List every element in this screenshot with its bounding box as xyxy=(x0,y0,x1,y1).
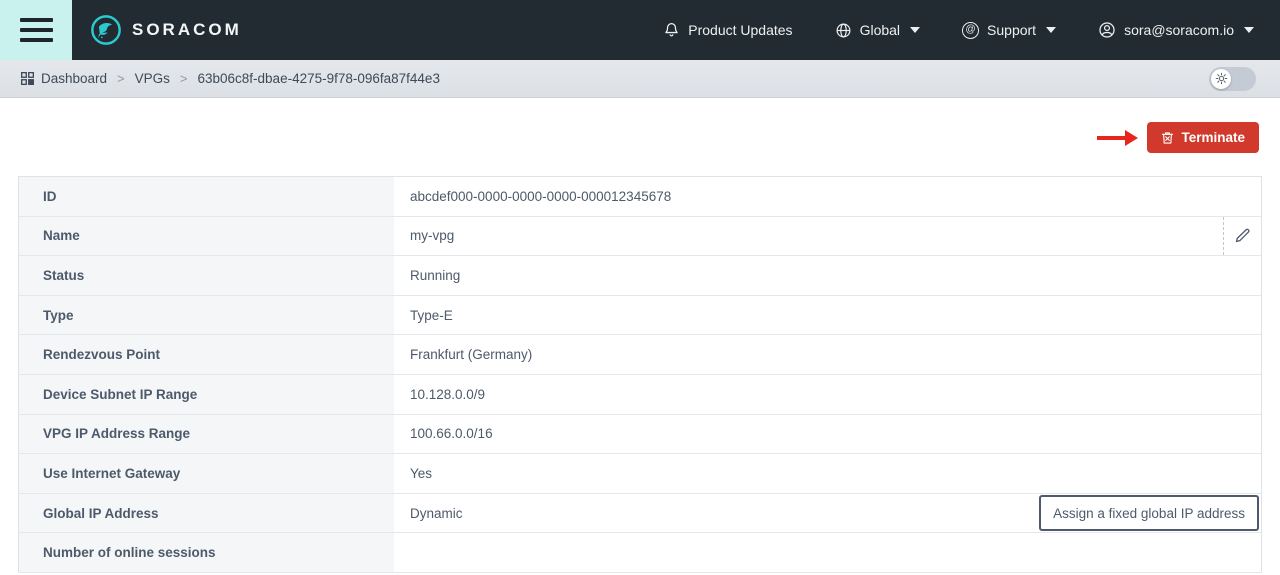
support-label: Support xyxy=(987,22,1036,38)
dashboard-grid-icon xyxy=(20,71,35,86)
row-label: Device Subnet IP Range xyxy=(19,375,394,414)
breadcrumb: Dashboard > VPGs > 63b06c8f-dbae-4275-9f… xyxy=(20,71,440,86)
breadcrumb-separator: > xyxy=(180,71,188,86)
table-row: Number of online sessions xyxy=(19,533,1261,573)
row-value: Type-E xyxy=(394,296,1261,335)
chevron-down-icon xyxy=(1046,27,1056,33)
table-row: Status Running xyxy=(19,256,1261,296)
top-navbar: SORACOM Product Updates Global xyxy=(0,0,1280,60)
pencil-icon xyxy=(1235,228,1250,243)
support-icon: @ xyxy=(962,22,979,39)
chevron-down-icon xyxy=(1244,27,1254,33)
chevron-down-icon xyxy=(910,27,920,33)
row-label: Rendezvous Point xyxy=(19,335,394,374)
brand-name: SORACOM xyxy=(132,20,242,40)
table-row: Type Type-E xyxy=(19,296,1261,336)
table-row: Device Subnet IP Range 10.128.0.0/9 xyxy=(19,375,1261,415)
table-row: ID abcdef000-0000-0000-0000-000012345678 xyxy=(19,177,1261,217)
row-value: Running xyxy=(394,256,1261,295)
row-label: ID xyxy=(19,177,394,216)
global-label: Global xyxy=(860,22,900,38)
row-value: 100.66.0.0/16 xyxy=(394,415,1261,454)
row-label: Status xyxy=(19,256,394,295)
row-label: Use Internet Gateway xyxy=(19,454,394,493)
vpg-detail-page: Terminate ID abcdef000-0000-0000-0000-00… xyxy=(0,122,1280,573)
theme-toggle[interactable] xyxy=(1209,67,1256,91)
table-row: Use Internet Gateway Yes xyxy=(19,454,1261,494)
table-row: VPG IP Address Range 100.66.0.0/16 xyxy=(19,415,1261,455)
row-label: Type xyxy=(19,296,394,335)
breadcrumb-bar: Dashboard > VPGs > 63b06c8f-dbae-4275-9f… xyxy=(0,60,1280,98)
table-row: Rendezvous Point Frankfurt (Germany) xyxy=(19,335,1261,375)
row-value: Frankfurt (Germany) xyxy=(394,335,1261,374)
breadcrumb-dashboard[interactable]: Dashboard xyxy=(20,71,107,86)
account-label: sora@soracom.io xyxy=(1124,22,1234,38)
soracom-bird-icon xyxy=(90,14,122,46)
breadcrumb-separator: > xyxy=(117,71,125,86)
breadcrumb-label: 63b06c8f-dbae-4275-9f78-096fa87f44e3 xyxy=(198,71,440,86)
row-value: abcdef000-0000-0000-0000-000012345678 xyxy=(394,177,1261,216)
table-row: Global IP Address Dynamic Assign a fixed… xyxy=(19,494,1261,534)
product-updates-label: Product Updates xyxy=(688,22,792,38)
assign-fixed-global-ip-button[interactable]: Assign a fixed global IP address xyxy=(1039,495,1259,532)
theme-toggle-knob xyxy=(1211,69,1231,89)
row-value: Yes xyxy=(394,454,1261,493)
sun-icon xyxy=(1215,72,1228,85)
terminate-button[interactable]: Terminate xyxy=(1147,122,1259,153)
annotation-arrow xyxy=(1097,130,1138,146)
breadcrumb-vpg-id: 63b06c8f-dbae-4275-9f78-096fa87f44e3 xyxy=(198,71,440,86)
edit-name-button[interactable] xyxy=(1223,217,1261,256)
navbar-menu: Product Updates Global @ Support xyxy=(663,0,1280,60)
row-label: Number of online sessions xyxy=(19,533,394,572)
terminate-label: Terminate xyxy=(1181,130,1245,145)
row-label: VPG IP Address Range xyxy=(19,415,394,454)
breadcrumb-vpgs[interactable]: VPGs xyxy=(135,71,170,86)
trash-icon xyxy=(1161,131,1174,145)
user-icon xyxy=(1098,21,1116,39)
bell-icon xyxy=(663,21,680,39)
row-value: my-vpg xyxy=(394,217,1223,256)
breadcrumb-label: VPGs xyxy=(135,71,170,86)
row-value xyxy=(394,533,1261,572)
soracom-logo[interactable]: SORACOM xyxy=(72,0,242,60)
row-label: Name xyxy=(19,217,394,256)
hamburger-icon xyxy=(20,18,53,22)
vpg-details-table: ID abcdef000-0000-0000-0000-000012345678… xyxy=(18,176,1262,573)
product-updates-button[interactable]: Product Updates xyxy=(663,21,792,39)
support-menu[interactable]: @ Support xyxy=(962,22,1056,39)
menu-button[interactable] xyxy=(0,0,72,60)
table-row: Name my-vpg xyxy=(19,217,1261,257)
page-actions: Terminate xyxy=(0,122,1259,153)
account-menu[interactable]: sora@soracom.io xyxy=(1098,21,1254,39)
row-label: Global IP Address xyxy=(19,494,394,533)
row-value: 10.128.0.0/9 xyxy=(394,375,1261,414)
globe-icon xyxy=(835,22,852,39)
breadcrumb-label: Dashboard xyxy=(41,71,107,86)
global-menu[interactable]: Global xyxy=(835,22,920,39)
